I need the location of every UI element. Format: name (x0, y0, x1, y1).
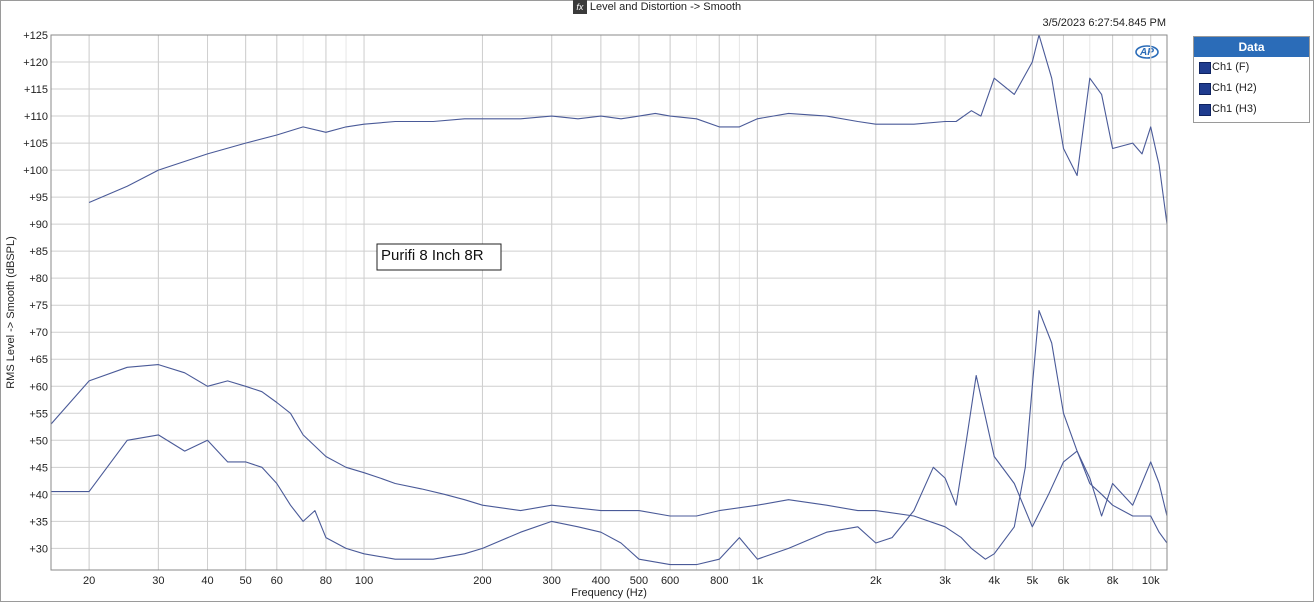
y-tick-label: +90 (29, 219, 48, 231)
x-tick-label: 8k (1107, 575, 1119, 587)
y-tick-label: +115 (24, 84, 48, 96)
x-tick-label: 50 (240, 575, 252, 587)
y-tick-label: +95 (29, 192, 48, 204)
x-tick-label: 100 (355, 575, 373, 587)
annotation-text: Purifi 8 Inch 8R (381, 247, 484, 264)
x-tick-label: 4k (988, 575, 1000, 587)
y-tick-label: +105 (23, 138, 48, 150)
series-line-h2 (51, 310, 1167, 560)
x-tick-label: 600 (661, 575, 679, 587)
x-tick-label: 3k (939, 575, 951, 587)
y-tick-label: +120 (23, 57, 48, 69)
plot-border (50, 34, 1168, 571)
x-tick-label: 2k (870, 575, 882, 587)
x-tick-label: 30 (152, 575, 164, 587)
series-group (51, 35, 1167, 566)
y-tick-label: +40 (29, 489, 48, 501)
y-tick-label: +125 (23, 30, 48, 42)
y-tick-label: +80 (29, 273, 48, 285)
y-tick-label: +65 (29, 354, 48, 366)
x-tick-label: 60 (271, 575, 283, 587)
x-tick-label: 1k (752, 575, 764, 587)
x-tick-label: 500 (630, 575, 648, 587)
y-tick-label: +75 (29, 300, 48, 312)
y-tick-label: +100 (23, 165, 48, 177)
series-line-h3 (51, 374, 1167, 566)
y-tick-label: +30 (29, 543, 48, 555)
x-tick-label: 80 (320, 575, 332, 587)
x-tick-label: 20 (83, 575, 95, 587)
x-tick-label: 400 (592, 575, 610, 587)
y-tick-label: +55 (29, 408, 48, 420)
x-tick-label: 800 (710, 575, 728, 587)
y-axis-label: RMS Level -> Smooth (dBSPL) (5, 236, 17, 389)
y-tick-label: +50 (29, 435, 48, 447)
x-tick-label: 6k (1058, 575, 1070, 587)
y-tick-label: +85 (29, 246, 48, 258)
series-line-f (88, 35, 1167, 225)
x-axis-ticks: 20 30 40 50 60 80 100 200 300 400 500 600 800 1k 2k 3k 4… (83, 575, 1160, 587)
x-tick-label: 300 (543, 575, 561, 587)
chart: 20 30 40 50 60 80 100 200 300 400 500 600 800 1k 2k 3k 4… (5, 30, 1168, 599)
y-axis-ticks: +30 +35 +40 +45 +50 +55 +60 +65 +70 +75 +80 +85 +90 +… (23, 30, 48, 555)
annotation-box[interactable]: Purifi 8 Inch 8R (376, 243, 502, 271)
y-tick-label: +35 (29, 516, 48, 528)
x-tick-label: 10k (1142, 575, 1160, 587)
x-axis-label: Frequency (Hz) (571, 587, 647, 599)
y-tick-label: +60 (29, 381, 48, 393)
grid (51, 34, 1167, 570)
y-tick-label: +110 (24, 111, 48, 123)
x-tick-label: 40 (201, 575, 213, 587)
y-tick-label: +70 (29, 327, 48, 339)
x-tick-label: 200 (473, 575, 491, 587)
y-tick-label: +45 (29, 462, 48, 474)
x-tick-label: 5k (1027, 575, 1039, 587)
